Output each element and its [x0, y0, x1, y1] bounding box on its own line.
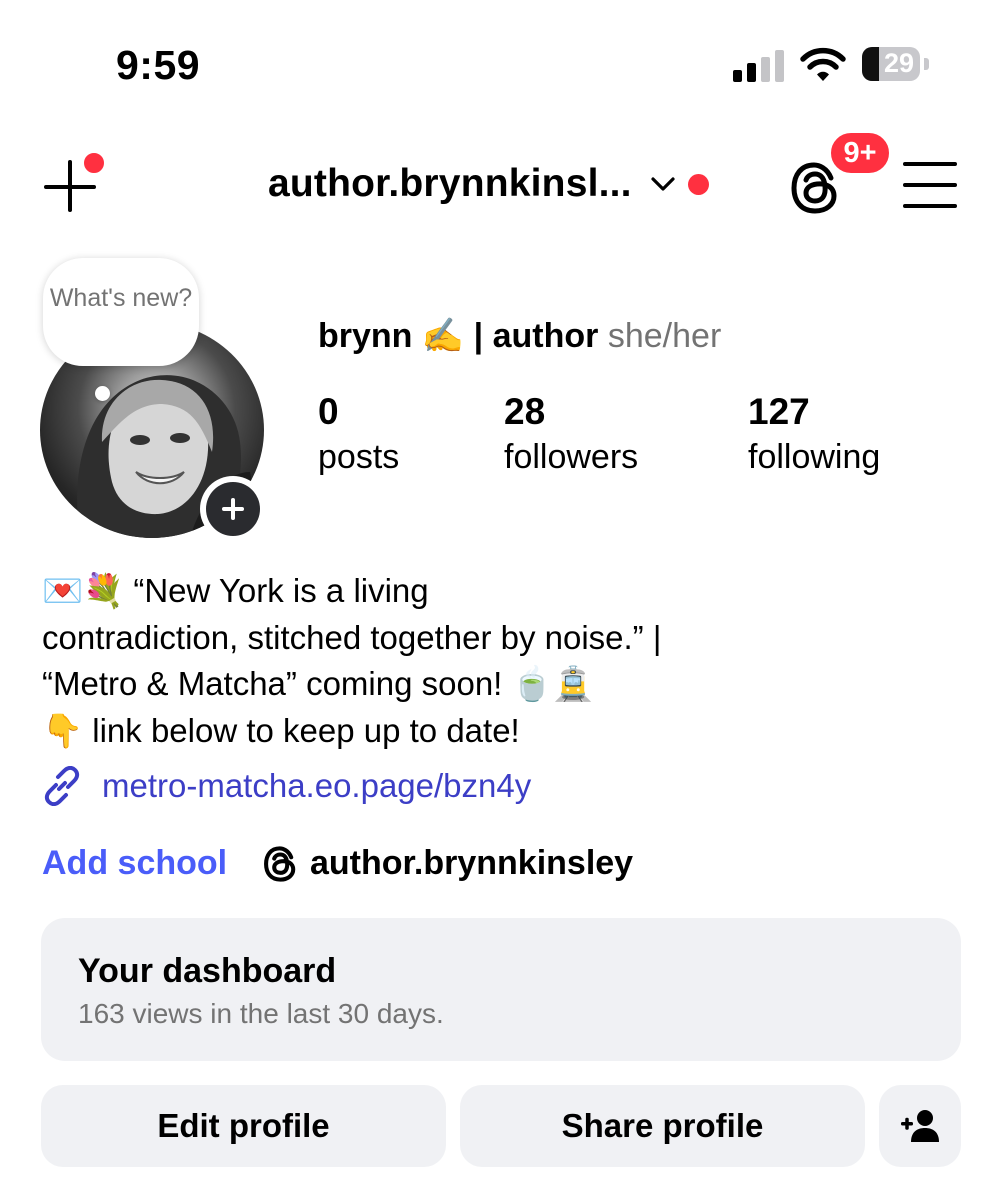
threads-icon: [264, 845, 296, 882]
profile-bio: 💌💐 “New York is a living contradiction, …: [42, 572, 662, 749]
battery-cap: [924, 58, 929, 70]
pronouns: she/her: [607, 317, 722, 355]
stat-followers[interactable]: 28 followers: [504, 390, 638, 480]
add-story-button[interactable]: [200, 476, 266, 542]
dashboard-subtitle: 163 views in the last 30 days.: [78, 998, 444, 1029]
stat-posts[interactable]: 0 posts: [318, 390, 399, 480]
signal-icon: [733, 50, 785, 82]
display-name: brynn ✍️ | author: [318, 317, 599, 355]
stat-following[interactable]: 127 following: [748, 390, 880, 480]
share-profile-button[interactable]: Share profile: [460, 1085, 865, 1167]
notification-dot: [82, 151, 106, 175]
wifi-icon: [800, 47, 846, 81]
add-person-icon: [901, 1110, 939, 1142]
create-button[interactable]: [44, 151, 106, 212]
profile-link[interactable]: metro-matcha.eo.page/bzn4y: [42, 766, 531, 806]
status-time: 9:59: [116, 42, 201, 88]
notification-dot: [687, 173, 709, 195]
discover-people-button[interactable]: [879, 1085, 961, 1167]
header-username: author.brynnkinsl...: [268, 162, 632, 205]
notes-bubble-text: What's new?: [49, 284, 193, 312]
stat-value: 28: [504, 391, 546, 432]
stat-label: followers: [504, 438, 639, 476]
stat-label: posts: [318, 438, 400, 476]
edit-profile-button[interactable]: Edit profile: [41, 1085, 446, 1167]
battery-icon: 29: [862, 47, 920, 81]
notification-badge: 9+: [828, 130, 892, 176]
stat-value: 0: [318, 391, 339, 432]
dashboard-title: Your dashboard: [78, 952, 337, 990]
add-school-link[interactable]: Add school: [42, 844, 227, 883]
plus-icon: [206, 482, 260, 536]
threads-handle-text: author.brynnkinsley: [310, 844, 634, 882]
link-url: metro-matcha.eo.page/bzn4y: [102, 767, 532, 804]
battery-percent: 29: [883, 48, 914, 78]
notes-bubble-tail: [95, 386, 110, 401]
notes-bubble[interactable]: What's new?: [43, 258, 199, 366]
account-switcher[interactable]: author.brynnkinsl...: [268, 162, 709, 206]
threads-profile-link[interactable]: author.brynnkinsley: [262, 844, 633, 883]
link-icon: [44, 766, 80, 806]
dashboard-card[interactable]: Your dashboard 163 views in the last 30 …: [41, 918, 961, 1061]
stat-label: following: [748, 438, 881, 476]
profile-name-row: brynn ✍️ | author she/her: [318, 316, 721, 356]
stat-value: 127: [748, 391, 810, 432]
chevron-down-icon: [651, 177, 675, 191]
hamburger-menu-icon[interactable]: [903, 162, 957, 208]
